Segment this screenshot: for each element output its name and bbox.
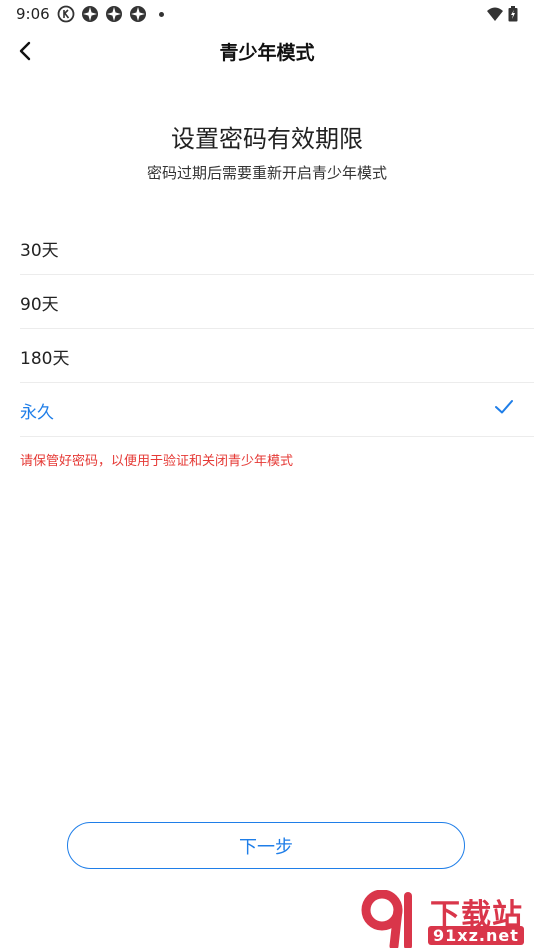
section-title: 设置密码有效期限 (171, 125, 363, 153)
header: 青少年模式 (0, 28, 534, 74)
system-icons (486, 5, 518, 23)
option-permanent[interactable]: 永久 (20, 383, 534, 437)
watermark: 下载站 91xz.net (360, 890, 532, 948)
section-subtitle: 密码过期后需要重新开启青少年模式 (146, 164, 387, 182)
app-icon (130, 6, 146, 22)
battery-icon (508, 6, 518, 22)
app-icon (106, 6, 122, 22)
validity-option-list: 30天 90天 180天 永久 (20, 221, 534, 437)
option-label: 90天 (20, 295, 59, 315)
page-title: 青少年模式 (219, 42, 315, 64)
notification-icons (57, 5, 164, 23)
status-time: 9:06 (16, 5, 50, 23)
watermark-url: 91xz.net (428, 926, 524, 945)
option-90-days[interactable]: 90天 (20, 275, 534, 329)
k-circle-icon (57, 5, 75, 23)
option-180-days[interactable]: 180天 (20, 329, 534, 383)
more-notifications-dot (159, 11, 164, 17)
check-icon (495, 400, 513, 414)
status-bar: 9:06 (0, 0, 534, 28)
wifi-icon (487, 7, 503, 21)
watermark-logo-icon (361, 890, 412, 948)
option-label: 180天 (20, 349, 70, 369)
next-step-button[interactable]: 下一步 (67, 822, 465, 869)
option-30-days[interactable]: 30天 (20, 221, 534, 275)
app-icon (82, 6, 98, 22)
option-label: 30天 (20, 241, 59, 261)
option-label: 永久 (20, 403, 54, 423)
password-warning: 请保管好密码，以便用于验证和关闭青少年模式 (20, 454, 294, 469)
